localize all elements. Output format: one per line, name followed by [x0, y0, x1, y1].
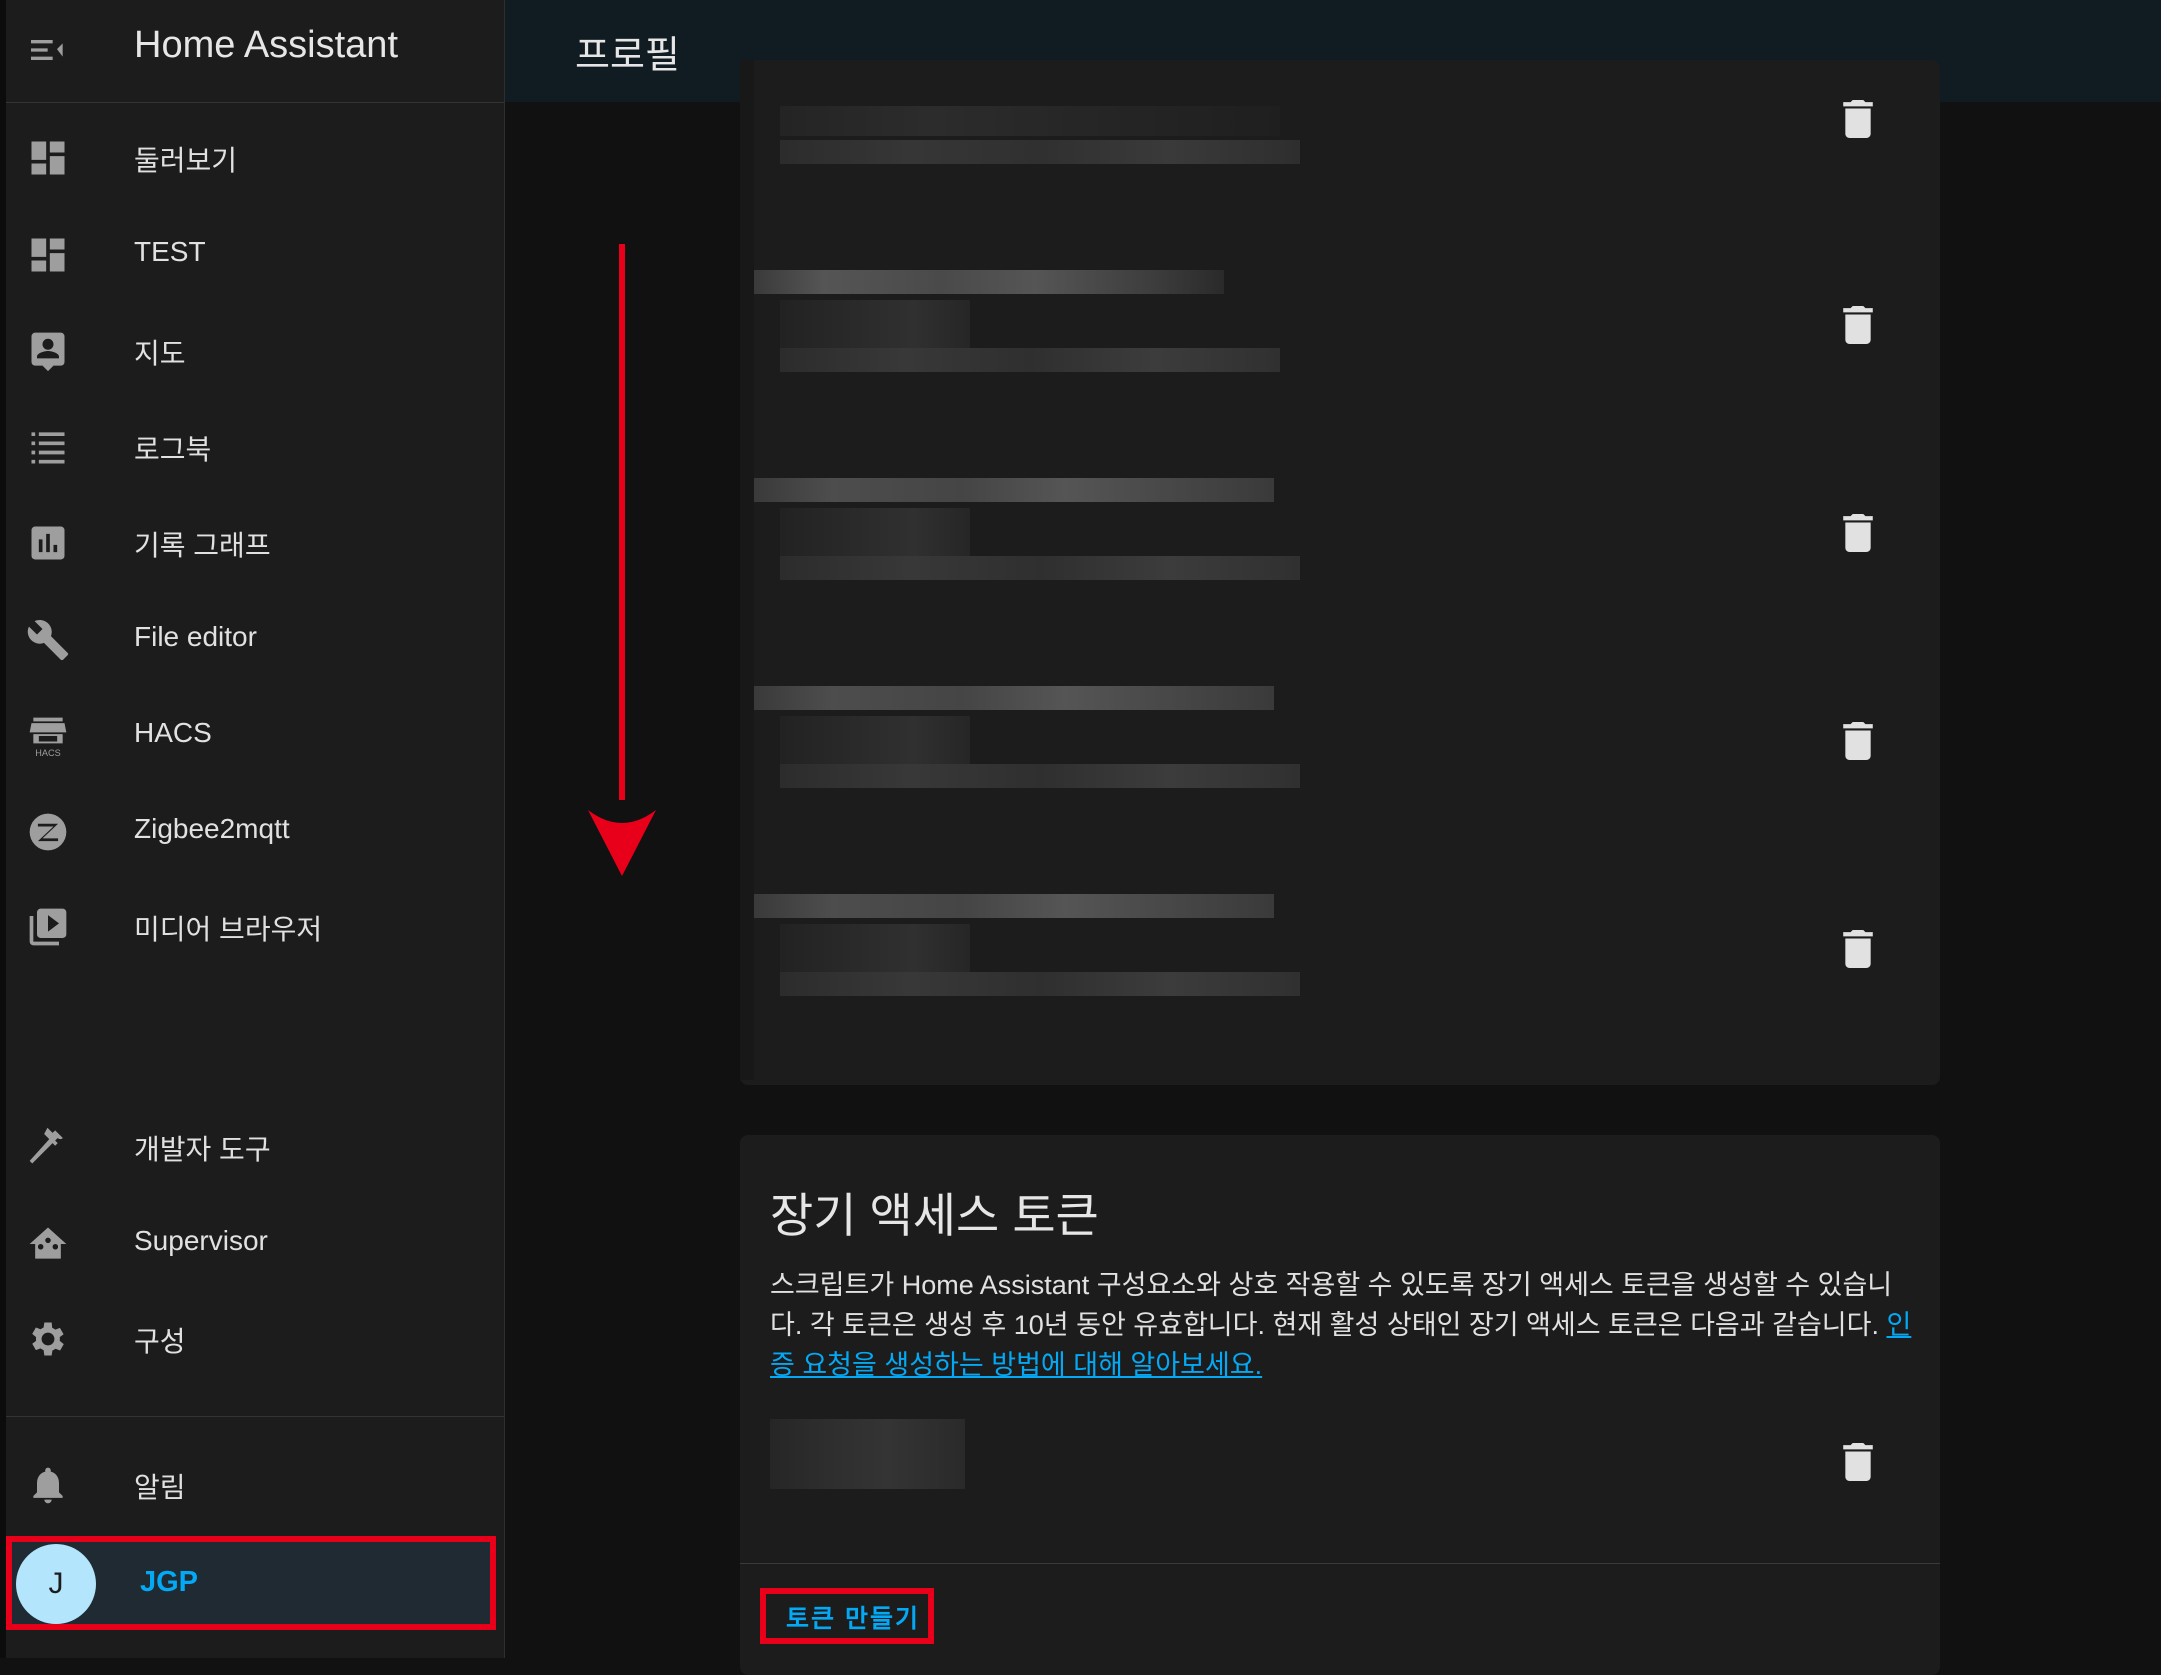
token-redacted-line: [780, 972, 1300, 996]
sidebar-item-map[interactable]: 지도: [6, 306, 504, 396]
sidebar-item-history[interactable]: 기록 그래프: [6, 498, 504, 588]
card-actions-divider: [740, 1563, 1940, 1564]
sidebar-item-label: Supervisor: [134, 1225, 268, 1256]
hammer-icon: [26, 1125, 70, 1169]
sidebar-item-supervisor[interactable]: Supervisor: [6, 1199, 504, 1289]
create-token-button[interactable]: 토큰 만들기: [786, 1599, 920, 1635]
token-redacted-line: [754, 270, 1224, 294]
sidebar-item-label: 개발자 도구: [134, 1134, 271, 1165]
sidebar-item-label: Zigbee2mqtt: [134, 813, 290, 844]
token-redacted-line: [780, 508, 970, 558]
delete-token-icon[interactable]: [1843, 100, 1873, 138]
bell-icon: [26, 1463, 70, 1507]
card-edge: [740, 60, 754, 1080]
delete-token-icon[interactable]: [1843, 722, 1873, 760]
gear-icon: [26, 1317, 70, 1361]
delete-token-icon[interactable]: [1843, 930, 1873, 968]
sidebar-item-label: 구성: [134, 1326, 186, 1357]
menu-collapse-icon[interactable]: [26, 30, 66, 70]
card-description: 스크립트가 Home Assistant 구성요소와 상호 작용할 수 있도록 …: [770, 1265, 1920, 1385]
svg-text:HACS: HACS: [35, 748, 60, 758]
card-title: 장기 액세스 토큰: [770, 1189, 1099, 1242]
token-redacted-line: [780, 140, 1300, 164]
sidebar-item-label: 둘러보기: [134, 145, 238, 176]
token-redacted-line: [780, 300, 970, 350]
token-redacted-line: [780, 556, 1300, 580]
media-play-icon: [26, 905, 70, 949]
sidebar-item-label: 기록 그래프: [134, 530, 271, 561]
sidebar-item-developer-tools[interactable]: 개발자 도구: [6, 1102, 504, 1192]
app-title: Home Assistant: [134, 24, 398, 66]
supervisor-home-icon: [26, 1222, 70, 1266]
history-chart-icon: [26, 521, 70, 565]
token-redacted-line: [780, 348, 1280, 372]
scroll-down-arrow: [582, 240, 662, 880]
sidebar-item-notifications[interactable]: 알림: [6, 1440, 504, 1530]
sidebar-item-label: File editor: [134, 621, 257, 652]
sidebar-item-test[interactable]: TEST: [6, 210, 504, 300]
long-lived-tokens-card: 장기 액세스 토큰 스크립트가 Home Assistant 구성요소와 상호 …: [740, 1135, 1940, 1675]
sidebar-item-configuration[interactable]: 구성: [6, 1294, 504, 1384]
delete-token-icon[interactable]: [1843, 514, 1873, 552]
hacs-store-icon: HACS: [26, 714, 70, 758]
map-account-icon: [26, 329, 70, 373]
sidebar-item-label: 미디어 브라우저: [134, 914, 323, 945]
description-text: 스크립트가 Home Assistant 구성요소와 상호 작용할 수 있도록 …: [770, 1270, 1893, 1340]
sidebar-item-overview[interactable]: 둘러보기: [6, 113, 504, 203]
user-name: JGP: [140, 1566, 199, 1598]
sidebar-item-label: 로그북: [134, 434, 212, 465]
token-redacted-line: [754, 478, 1274, 502]
sidebar-item-hacs[interactable]: HACS HACS: [6, 691, 504, 781]
delete-token-icon[interactable]: [1843, 306, 1873, 344]
token-redacted-line: [780, 924, 970, 974]
sidebar-item-label: 알림: [134, 1472, 186, 1503]
delete-token-icon[interactable]: [1843, 1443, 1873, 1481]
token-redacted-line: [754, 686, 1274, 710]
token-redacted-line: [780, 716, 970, 766]
sidebar-item-label: 지도: [134, 338, 186, 369]
dashboard-icon: [26, 233, 70, 277]
sidebar-item-profile[interactable]: J JGP: [12, 1540, 494, 1628]
sidebar-item-file-editor[interactable]: File editor: [6, 595, 504, 685]
avatar: J: [16, 1544, 96, 1624]
sidebar-item-logbook[interactable]: 로그북: [6, 402, 504, 492]
wrench-icon: [26, 618, 70, 662]
token-redacted-line: [780, 764, 1300, 788]
sidebar-header: Home Assistant: [6, 0, 504, 103]
token-redacted-line: [754, 894, 1274, 918]
sidebar-divider: [6, 1416, 504, 1417]
token-redacted-line: [780, 106, 1280, 136]
sidebar-item-media-browser[interactable]: 미디어 브라우저: [6, 882, 504, 972]
sidebar: Home Assistant 둘러보기 TEST 지도 로그북 기록 그래프 F…: [6, 0, 505, 1658]
sidebar-item-label: HACS: [134, 717, 212, 748]
sidebar-item-label: TEST: [134, 236, 206, 267]
zigbee-icon: [26, 810, 70, 854]
logbook-list-icon: [26, 425, 70, 469]
page-title: 프로필: [575, 35, 680, 77]
dashboard-icon: [26, 136, 70, 180]
token-redacted-line: [770, 1419, 965, 1489]
sidebar-item-zigbee2mqtt[interactable]: Zigbee2mqtt: [6, 787, 504, 877]
refresh-tokens-card: [740, 60, 1940, 1085]
